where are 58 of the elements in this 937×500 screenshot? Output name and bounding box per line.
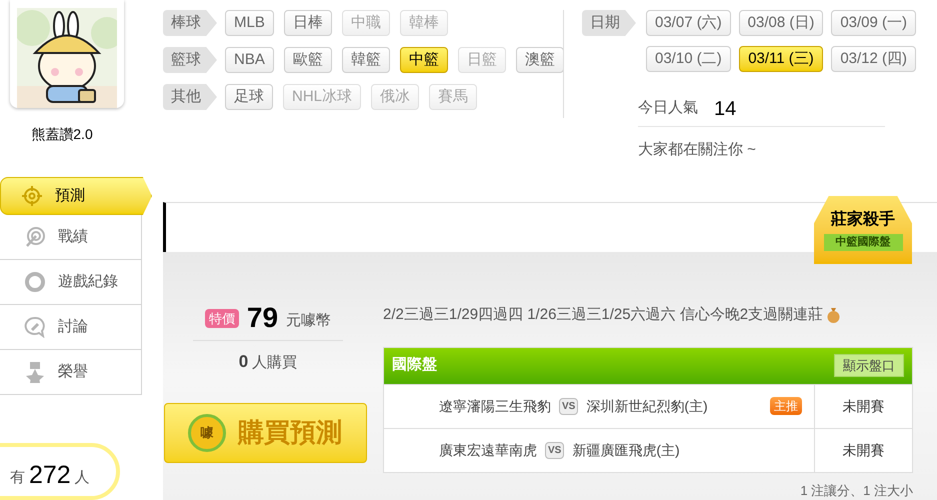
- filter-tab[interactable]: 03/12 (四): [831, 46, 916, 72]
- away-team: 廣東宏遠華南虎: [439, 440, 537, 460]
- home-team: 新疆廣匯飛虎(主): [572, 440, 680, 460]
- filter-tab[interactable]: 03/09 (一): [831, 10, 916, 36]
- filter-tab[interactable]: NBA: [225, 47, 274, 73]
- headline: 2/2三過三1/29四過四 1/26三過三1/25六過六 信心今晚2支過關連莊: [383, 305, 824, 325]
- featured-badge: 主推: [770, 397, 802, 415]
- category-label: 日期: [582, 10, 636, 36]
- popularity-label: 今日人氣: [638, 98, 698, 118]
- badge-subtitle: 中籃國際盤: [824, 234, 902, 250]
- popularity-note: 大家都在關注你 ~: [638, 140, 757, 160]
- online-prefix: 有: [10, 468, 25, 488]
- vs-badge: VS: [545, 442, 564, 458]
- filter-tab[interactable]: 03/08 (日): [738, 10, 824, 36]
- money-bag-icon: [827, 307, 840, 324]
- target-icon: [24, 226, 46, 248]
- price-unit: 元噱幣: [286, 310, 332, 330]
- filter-tab[interactable]: 03/07 (六): [646, 10, 731, 36]
- chat-pencil-icon: [24, 316, 46, 338]
- table-title: 國際盤: [392, 355, 437, 376]
- filter-tab[interactable]: 03/10 (二): [646, 46, 731, 72]
- vs-badge: VS: [559, 398, 578, 414]
- medal-icon: [24, 361, 46, 383]
- sidebar-item[interactable]: 戰績: [0, 215, 142, 260]
- coin-icon: 噱: [188, 414, 226, 452]
- buy-button[interactable]: 噱 購買預測: [164, 402, 366, 462]
- popularity-value: 14: [714, 96, 736, 122]
- filter-tab[interactable]: 足球: [225, 84, 273, 110]
- status-cell-text: 未開賽: [842, 396, 886, 416]
- show-odds-button[interactable]: 顯示盤口: [834, 354, 904, 377]
- badge-title: 莊家殺手: [831, 212, 895, 228]
- sale-badge: 特價: [204, 308, 239, 328]
- sidebar-item[interactable]: 榮譽: [0, 350, 142, 395]
- online-suffix: 人: [74, 468, 90, 488]
- filter-tab[interactable]: 03/11 (三): [738, 46, 824, 72]
- status-cell-text: 未開賽: [842, 440, 886, 460]
- filter-tab[interactable]: 韓籃: [342, 47, 390, 73]
- away-team: 遼寧瀋陽三生飛豹: [439, 396, 551, 416]
- category-label: 棒球: [163, 10, 217, 36]
- user-name: 熊蓋讚2.0: [30, 125, 94, 144]
- buyer-label: 人購買: [252, 353, 298, 373]
- category-label: 籃球: [163, 47, 217, 73]
- filter-tab[interactable]: 日棒: [284, 10, 332, 36]
- pick-summary: 1 注讓分、1 注大小: [799, 482, 913, 500]
- sidebar-item[interactable]: 預測: [0, 177, 152, 215]
- filter-tab[interactable]: 歐籃: [284, 47, 332, 73]
- online-count: 272: [29, 463, 71, 488]
- sidebar-item[interactable]: 討論: [0, 305, 142, 350]
- crosshair-icon: [21, 185, 43, 207]
- price: 79: [246, 304, 278, 332]
- sidebar-item[interactable]: 遊戲紀錄: [0, 260, 142, 305]
- home-team: 深圳新世紀烈豹(主): [586, 396, 708, 416]
- filter-tab[interactable]: 澳籃: [516, 47, 564, 73]
- buyer-count: 0: [238, 351, 248, 373]
- ring-icon: [24, 271, 46, 293]
- category-label: 其他: [163, 84, 217, 110]
- filter-tab[interactable]: 中籃: [400, 47, 448, 73]
- filter-tab[interactable]: MLB: [225, 10, 274, 36]
